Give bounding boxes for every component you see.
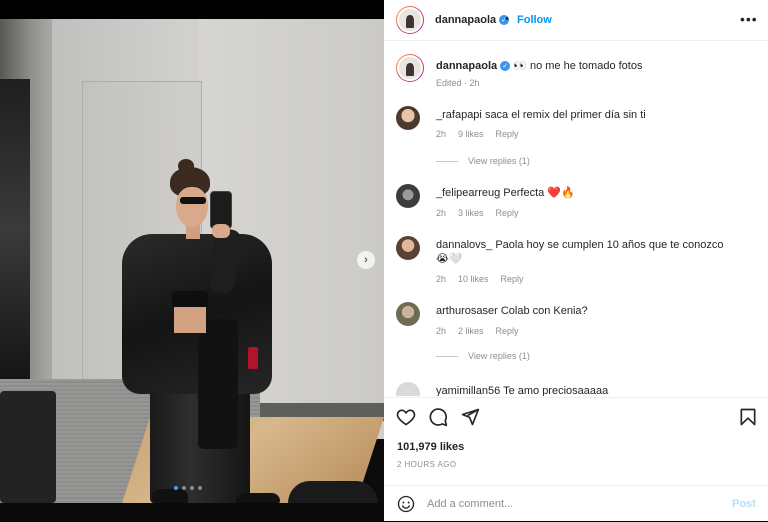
post-modal: › dannapaola✓ • Follow ••• dannapaola✓ bbox=[0, 0, 768, 521]
likes-count[interactable]: 101,979 likes bbox=[397, 441, 464, 453]
reply-button[interactable]: Reply bbox=[496, 208, 519, 218]
photo-subject bbox=[0, 19, 384, 503]
more-options-icon[interactable]: ••• bbox=[740, 11, 758, 27]
post-header: dannapaola ✓ • Follow ••• bbox=[384, 0, 768, 41]
carousel-next-button[interactable]: › bbox=[357, 251, 375, 269]
comment-time: 2h bbox=[436, 274, 447, 284]
post-details-panel: dannapaola ✓ • Follow ••• dannapaola ✓ 👀 n… bbox=[384, 0, 768, 521]
comment-username[interactable]: dannalovs_ bbox=[436, 239, 492, 251]
photo-letterbox-top bbox=[0, 0, 384, 19]
carousel-dots bbox=[174, 486, 202, 490]
post-comment-button[interactable]: Post bbox=[732, 498, 756, 510]
comment-username[interactable]: _felipearreug bbox=[436, 187, 500, 199]
commenter-avatar[interactable] bbox=[396, 106, 420, 130]
author-avatar[interactable] bbox=[396, 6, 424, 34]
carousel-dot bbox=[198, 486, 202, 490]
chevron-right-icon: › bbox=[364, 254, 368, 266]
comment-likes[interactable]: 2 likes bbox=[458, 326, 484, 336]
comment-likes[interactable]: 9 likes bbox=[458, 129, 484, 139]
view-replies-button[interactable]: View replies (1) bbox=[436, 156, 530, 166]
header-separator: • bbox=[505, 13, 509, 25]
commenter-avatar[interactable] bbox=[396, 382, 420, 396]
carousel-dot bbox=[182, 486, 186, 490]
comment-time: 2h bbox=[436, 129, 447, 139]
paper-plane-icon[interactable] bbox=[460, 407, 480, 427]
carousel-dot bbox=[190, 486, 194, 490]
commenter-avatar[interactable] bbox=[396, 184, 420, 208]
comment-text: Perfecta ❤️🔥 bbox=[503, 187, 575, 199]
caption-meta: Edited · 2h bbox=[436, 78, 480, 88]
comment-time: 2h bbox=[436, 326, 447, 336]
reply-button[interactable]: Reply bbox=[496, 326, 519, 336]
author-username[interactable]: dannapaola bbox=[435, 14, 496, 26]
commenter-avatar[interactable] bbox=[396, 236, 420, 260]
smiley-icon[interactable] bbox=[397, 495, 415, 513]
comments-list[interactable]: dannapaola ✓ 👀 no me he tomado fotos Edit… bbox=[384, 42, 768, 396]
follow-button[interactable]: Follow bbox=[517, 14, 552, 26]
comment-icon[interactable] bbox=[428, 407, 448, 427]
comment-likes[interactable]: 3 likes bbox=[458, 208, 484, 218]
commenter-avatar[interactable] bbox=[396, 302, 420, 326]
bookmark-icon[interactable] bbox=[738, 407, 758, 427]
reply-button[interactable]: Reply bbox=[496, 129, 519, 139]
heart-icon[interactable] bbox=[396, 407, 416, 427]
comment-username[interactable]: arthurosaser bbox=[436, 305, 498, 317]
post-actions: 101,979 likes 2 HOURS AGO Post bbox=[384, 397, 768, 521]
photo-scene bbox=[0, 19, 384, 503]
add-comment-row: Post bbox=[384, 485, 768, 522]
caption-emoji: 👀 bbox=[513, 60, 527, 72]
verified-badge-icon: ✓ bbox=[500, 61, 511, 72]
reply-button[interactable]: Reply bbox=[501, 274, 524, 284]
comment-text: Colab con Kenia? bbox=[500, 305, 588, 317]
comment-username[interactable]: yamimillan56 bbox=[436, 385, 500, 396]
caption-username[interactable]: dannapaola bbox=[436, 60, 497, 72]
view-replies-button[interactable]: View replies (1) bbox=[436, 351, 530, 361]
caption-avatar[interactable] bbox=[396, 54, 424, 82]
comment-input[interactable] bbox=[427, 494, 707, 514]
comment-text: Te amo preciosaaaaa bbox=[503, 385, 609, 396]
caption-text: no me he tomado fotos bbox=[529, 60, 643, 72]
comment-time: 2h bbox=[436, 208, 447, 218]
post-timestamp: 2 HOURS AGO bbox=[397, 460, 457, 469]
comment-username[interactable]: _rafapapi bbox=[436, 109, 482, 121]
post-photo: › bbox=[0, 0, 384, 521]
carousel-dot bbox=[174, 486, 178, 490]
comment-text: saca el remix del primer día sin ti bbox=[484, 109, 646, 121]
comment-likes[interactable]: 10 likes bbox=[458, 274, 489, 284]
